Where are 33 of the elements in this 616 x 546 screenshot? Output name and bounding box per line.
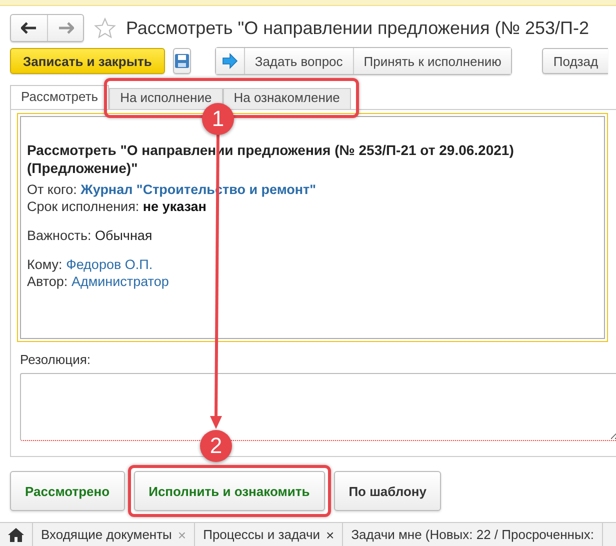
star-icon[interactable] [94, 17, 116, 39]
save-button[interactable] [172, 48, 191, 74]
tab[interactable]: На ознакомление [222, 88, 351, 109]
toolbar-button[interactable]: Принять к исполнению [352, 48, 512, 74]
field-label: Важность: [27, 228, 92, 243]
field-label: Автор: [27, 274, 68, 289]
field-label: Кому: [27, 257, 62, 272]
home-icon [8, 528, 24, 542]
save-and-close-button[interactable]: Записать и закрыть [10, 48, 165, 74]
resolution-label: Резолюция: [20, 352, 90, 367]
forward-button[interactable] [216, 48, 244, 74]
taskbar-tab[interactable]: Процессы и задачи [203, 527, 320, 542]
toolbar-button[interactable]: Задать вопрос [244, 48, 353, 74]
right-arrow-icon [222, 53, 238, 69]
tab[interactable]: На исполнение [109, 88, 223, 109]
field-value: Обычная [95, 228, 152, 243]
action-button[interactable]: По шаблону [334, 471, 442, 511]
close-icon[interactable]: × [326, 526, 334, 542]
right-arrow-icon [58, 22, 74, 34]
step-badge: 1 [202, 103, 234, 135]
field-link[interactable]: Федоров О.П. [66, 257, 153, 272]
field-link[interactable]: Администратор [71, 274, 169, 289]
taskbar-tab[interactable]: Входящие документы [41, 527, 172, 542]
tab[interactable]: Рассмотреть [10, 85, 110, 109]
field-value: не указан [142, 199, 206, 214]
action-button[interactable]: Исполнить и ознакомить [134, 471, 325, 511]
action-button[interactable]: Рассмотрено [10, 471, 125, 511]
taskbar-tab[interactable]: Задачи мне (Новых: 22 / Просроченных: [351, 527, 594, 542]
toolbar-button[interactable]: Подзад [542, 48, 608, 74]
field-label: Срок исполнения: [27, 199, 140, 214]
left-arrow-icon [21, 22, 37, 34]
field-label: От кого: [27, 182, 77, 197]
window-title: Рассмотреть "О направлении предложения (№ 253/П-2 [126, 18, 589, 38]
